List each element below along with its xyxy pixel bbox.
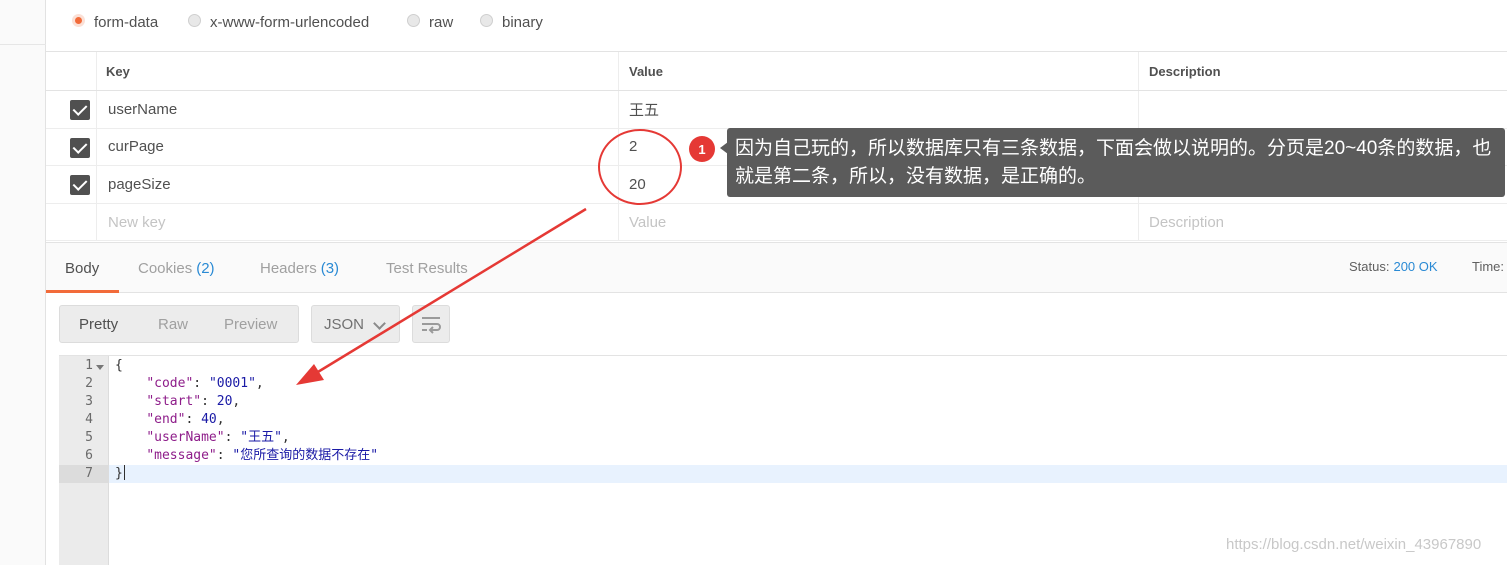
radio-label: form-data (94, 13, 159, 31)
view-mode-group: Pretty Raw Preview (59, 305, 299, 343)
json-brace-open: { (115, 358, 123, 373)
param-key-cell[interactable]: pageSize (96, 166, 618, 203)
line-number: 5 (85, 430, 93, 445)
json-value: 20 (216, 394, 233, 409)
cookies-count: (2) (196, 259, 215, 277)
header-description: Description (1138, 52, 1507, 90)
request-response-panel: form-data x-www-form-urlencoded raw bina… (46, 0, 1507, 565)
json-brace-close: } (115, 466, 123, 481)
format-select[interactable]: JSON (311, 305, 400, 343)
annotation-highlight-circle (598, 129, 682, 205)
status-label: Status: (1349, 259, 1390, 274)
table-row: userName 王五 (46, 91, 1507, 129)
new-param-row: New key Value Description (46, 203, 1507, 242)
tab-cookies[interactable]: Cookies (2) (138, 243, 215, 293)
radio-unselected-icon (407, 13, 420, 27)
line-number: 1 (85, 358, 93, 373)
response-time: Time: (1472, 259, 1504, 274)
line-number: 3 (85, 394, 93, 409)
json-key: "userName" (146, 430, 225, 445)
json-key: "start" (146, 394, 202, 409)
radio-label: binary (502, 13, 543, 31)
line-number: 6 (85, 448, 93, 463)
tab-body[interactable]: Body (65, 243, 99, 293)
left-sidebar (0, 0, 46, 565)
json-value: "王五" (240, 430, 282, 445)
headers-count: (3) (320, 259, 340, 277)
tab-label: Body (65, 259, 100, 277)
param-key-cell[interactable]: curPage (96, 128, 618, 166)
status-value: 200 OK (1393, 259, 1438, 274)
header-key: Key (96, 52, 618, 90)
code-line: "userName": "王五", (146, 430, 290, 445)
radio-label: x-www-form-urlencoded (210, 13, 370, 31)
pretty-button[interactable]: Pretty (79, 306, 118, 342)
radio-selected-icon (72, 13, 85, 27)
time-label: Time: (1472, 259, 1505, 274)
json-value: "您所查询的数据不存在" (232, 448, 379, 463)
json-key: "message" (146, 448, 217, 463)
radio-binary[interactable]: binary (480, 12, 543, 32)
radio-label: raw (429, 13, 454, 31)
row-enabled-checkbox[interactable] (70, 137, 90, 158)
text-cursor (123, 465, 125, 480)
header-value: Value (618, 52, 1138, 90)
param-value-cell[interactable]: 王五 (618, 91, 1138, 128)
json-value: 40 (201, 412, 217, 427)
format-select-value: JSON (324, 315, 365, 333)
annotation-callout: 因为自己玩的，所以数据库只有三条数据，下面会做以说明的。分页是20~40条的数据… (727, 128, 1505, 197)
code-line: { (115, 357, 123, 375)
wrap-lines-button[interactable] (412, 305, 450, 343)
json-key: "code" (146, 376, 194, 391)
tab-label: Test Results (386, 259, 468, 277)
tab-headers[interactable]: Headers (3) (260, 243, 339, 293)
table-header-row: Key Value Description (46, 52, 1507, 91)
json-value: "0001" (208, 376, 256, 391)
active-tab-indicator (46, 290, 119, 293)
body-type-selector: form-data x-www-form-urlencoded raw bina… (46, 0, 1507, 44)
code-line: "start": 20, (146, 394, 241, 409)
radio-unselected-icon (480, 13, 493, 27)
new-value-input[interactable]: Value (618, 203, 1138, 241)
raw-button[interactable]: Raw (158, 306, 188, 342)
response-status: Status: 200 OK (1349, 259, 1438, 274)
code-line: "end": 40, (146, 412, 225, 427)
chevron-down-icon (373, 317, 386, 330)
code-line: "message": "您所查询的数据不存在" (146, 448, 379, 463)
fold-arrow-icon[interactable] (96, 365, 104, 370)
line-number: 4 (85, 412, 93, 427)
row-enabled-checkbox[interactable] (70, 175, 90, 196)
wrap-lines-icon (422, 317, 441, 334)
response-body-editor[interactable]: 1 2 3 4 5 6 7 { "code": "0001", "start":… (59, 355, 1507, 565)
param-description-cell[interactable] (1138, 91, 1507, 128)
radio-x-www-form-urlencoded[interactable]: x-www-form-urlencoded (188, 12, 369, 32)
tab-label: Headers (260, 259, 317, 277)
radio-unselected-icon (188, 13, 201, 27)
active-line-highlight (109, 465, 1507, 483)
line-number: 2 (85, 376, 93, 391)
watermark: https://blog.csdn.net/weixin_43967890 (1226, 536, 1482, 553)
new-key-input[interactable]: New key (96, 203, 618, 241)
json-key: "end" (146, 412, 186, 427)
param-key-cell[interactable]: userName (96, 91, 618, 128)
row-enabled-checkbox[interactable] (70, 100, 90, 120)
response-tab-bar: Body Cookies (2) Headers (3) Test Result… (46, 242, 1507, 293)
code-line: "code": "0001", (146, 376, 264, 391)
tab-test-results[interactable]: Test Results (386, 243, 468, 293)
annotation-badge: 1 (689, 136, 715, 162)
preview-button[interactable]: Preview (224, 306, 277, 342)
line-number: 7 (85, 466, 93, 481)
sidebar-divider (0, 44, 46, 45)
new-description-input[interactable]: Description (1138, 203, 1507, 241)
radio-raw[interactable]: raw (407, 12, 453, 32)
radio-form-data[interactable]: form-data (72, 12, 158, 32)
code-line: } (115, 465, 125, 483)
tab-label: Cookies (138, 259, 193, 277)
